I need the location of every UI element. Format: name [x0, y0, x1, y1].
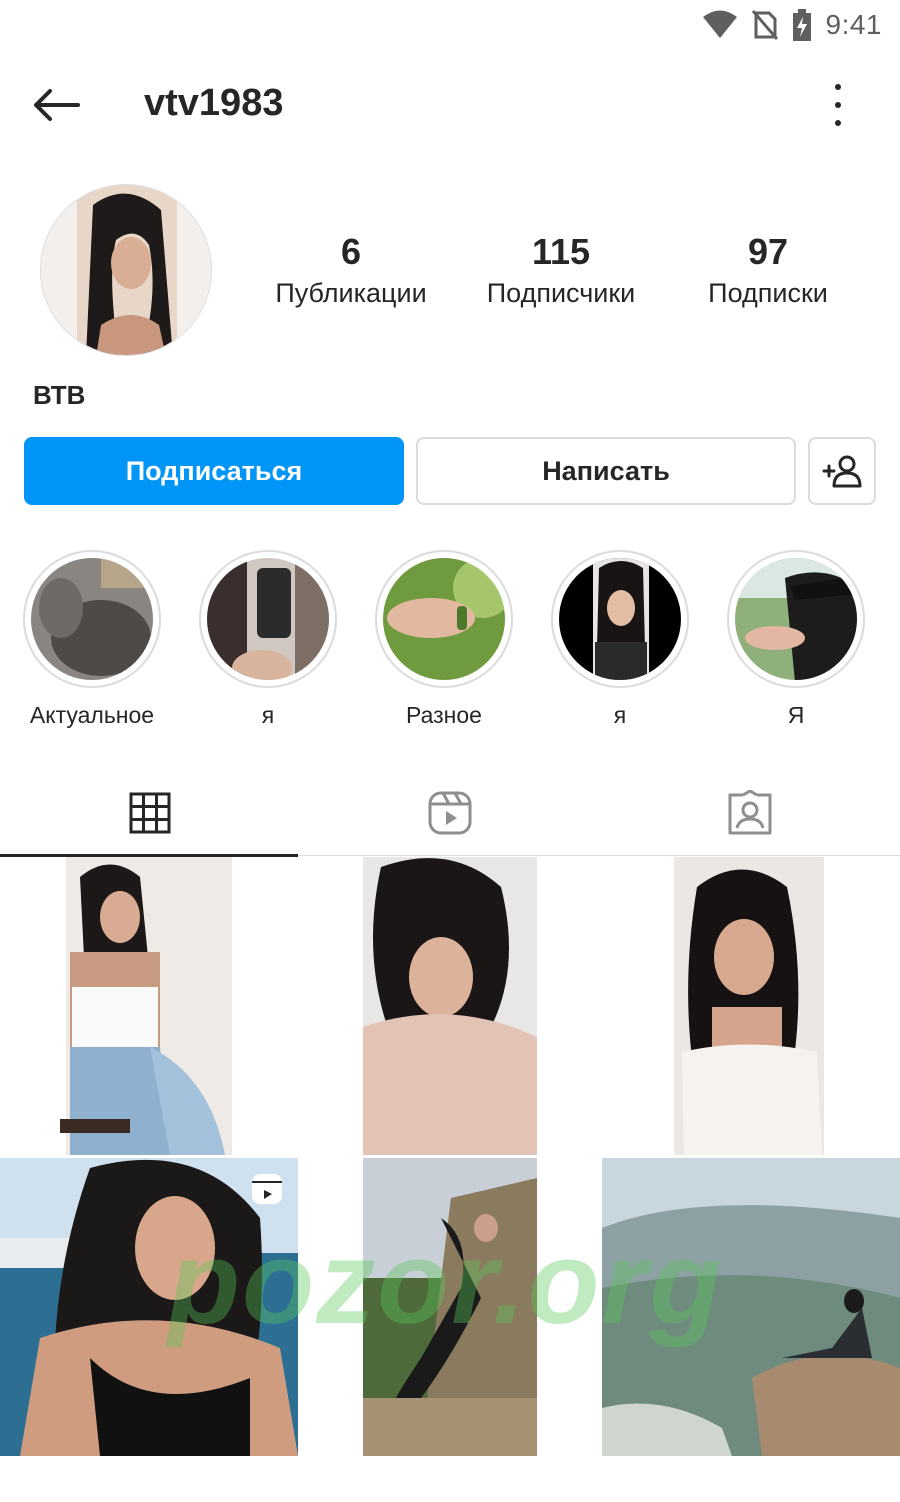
grid-icon [129, 792, 171, 834]
clock: 9:41 [825, 9, 882, 40]
reels-icon [428, 791, 472, 835]
stat-following-count: 97 [747, 231, 789, 272]
avatar-photo [41, 185, 211, 355]
no-sim-icon [751, 10, 778, 40]
highlight-label: я [613, 702, 627, 728]
profile-avatar[interactable] [40, 184, 212, 356]
highlight-cover [31, 558, 153, 680]
battery-charging-icon [792, 9, 811, 41]
highlight-label: Разное [406, 702, 482, 728]
highlight-label: Актуальное [29, 702, 155, 728]
stat-followers[interactable]: 115 Подписчики [474, 232, 648, 309]
tagged-icon [728, 790, 772, 835]
message-button[interactable]: Написать [416, 437, 796, 505]
profile-username: vtv1983 [144, 82, 284, 124]
highlight-label: я [261, 702, 275, 728]
arrow-left-icon [34, 89, 80, 121]
highlight-item[interactable]: я [198, 550, 338, 729]
highlight-cover [383, 558, 505, 680]
highlight-item[interactable]: Разное [374, 550, 514, 729]
tab-reels[interactable] [300, 770, 600, 856]
stat-followers-count: 115 [531, 231, 591, 272]
tab-posts-grid[interactable] [0, 770, 300, 857]
profile-header: vtv1983 [0, 70, 900, 140]
post-thumbnail[interactable] [602, 857, 900, 1155]
highlight-cover [207, 558, 329, 680]
wifi-icon [702, 10, 737, 38]
post-image [0, 857, 298, 1155]
post-thumbnail[interactable] [0, 857, 298, 1155]
add-person-icon [822, 455, 862, 488]
tab-tagged[interactable] [600, 770, 900, 856]
more-options-button[interactable] [826, 84, 850, 126]
stat-followers-label: Подписчики [486, 278, 636, 308]
follow-button[interactable]: Подписаться [24, 437, 404, 505]
stat-following-label: Подписки [708, 278, 828, 308]
highlight-item[interactable]: я [550, 550, 690, 729]
post-image [301, 857, 599, 1155]
profile-tabs [0, 770, 900, 857]
more-dot-icon [835, 102, 841, 108]
highlight-item[interactable]: Актуальное [22, 550, 162, 729]
highlight-cover [735, 558, 857, 680]
stat-posts-label: Публикации [275, 278, 427, 308]
profile-full-name: ВТВ [33, 380, 86, 410]
reels-icon [252, 1174, 282, 1204]
post-thumbnail[interactable] [301, 857, 599, 1155]
highlight-item[interactable]: Я [726, 550, 866, 729]
stat-posts[interactable]: 6 Публикации [270, 232, 432, 309]
post-image [602, 857, 900, 1155]
more-dot-icon [835, 84, 841, 90]
profile-stats: 6 Публикации 115 Подписчики 97 Подписки [250, 232, 880, 322]
stat-following[interactable]: 97 Подписки [690, 232, 846, 309]
watermark-text: pozor.org [168, 1217, 724, 1349]
stat-posts-count: 6 [340, 231, 362, 272]
back-button[interactable] [28, 82, 84, 128]
more-dot-icon [835, 120, 841, 126]
suggested-users-button[interactable] [808, 437, 876, 505]
highlight-label: Я [787, 702, 805, 728]
status-bar: 9:41 [0, 0, 900, 50]
reel-badge [250, 1172, 284, 1211]
highlight-cover [559, 558, 681, 680]
